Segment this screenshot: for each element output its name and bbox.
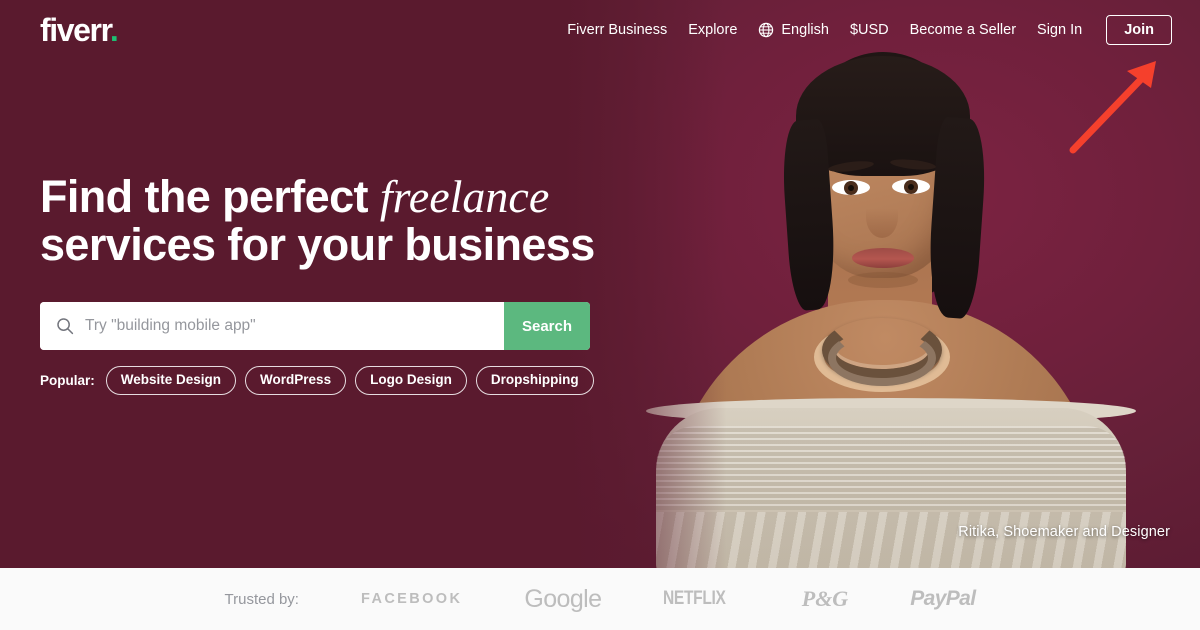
eye-right — [892, 179, 930, 194]
logo-text: fiverr — [40, 12, 111, 48]
tag-dropshipping[interactable]: Dropshipping — [475, 366, 594, 395]
necklace-strand-main — [822, 318, 942, 382]
eyebrow-left — [827, 159, 875, 174]
nav-language-label: English — [781, 21, 829, 38]
headline-line1: Find the perfect — [40, 171, 380, 222]
nav-currency[interactable]: $USD — [850, 23, 889, 38]
join-button[interactable]: Join — [1106, 14, 1172, 46]
search-input[interactable] — [85, 317, 488, 336]
brand-logo-paypal: PayPal — [910, 587, 976, 610]
fiverr-logo[interactable]: fiverr. — [40, 12, 119, 48]
brand-logo-netflix: NETFLIX — [663, 588, 727, 609]
popular-label: Popular: — [40, 373, 95, 389]
nose — [866, 196, 898, 238]
nav-language-selector[interactable]: English — [758, 22, 829, 38]
portrait-illustration — [560, 0, 1200, 568]
chin-shadow — [848, 272, 918, 288]
headline-emphasis: freelance — [379, 171, 550, 222]
nav-become-a-seller[interactable]: Become a Seller — [910, 23, 1016, 38]
lips — [852, 248, 914, 268]
necklace-strand-outer — [814, 322, 950, 392]
search-button[interactable]: Search — [504, 302, 590, 351]
hair-left — [779, 118, 839, 312]
tag-logo-design[interactable]: Logo Design — [355, 366, 467, 395]
nav-explore[interactable]: Explore — [688, 23, 737, 38]
globe-icon — [759, 22, 774, 38]
nav-fiverr-business[interactable]: Fiverr Business — [567, 23, 667, 38]
neck — [828, 225, 932, 375]
off-shoulder-top — [656, 408, 1126, 568]
tag-website-design[interactable]: Website Design — [105, 366, 237, 395]
hero-section: Ritika, Shoemaker and Designer fiverr. F… — [0, 0, 1200, 568]
trusted-by-label: Trusted by: — [224, 590, 299, 608]
garment-ruffle — [646, 398, 1136, 424]
logo-dot: . — [109, 12, 119, 48]
popular-searches: Popular: Website Design WordPress Logo D… — [40, 366, 620, 395]
eyebrow-right — [889, 157, 937, 172]
search-icon — [57, 318, 74, 335]
eye-left — [832, 180, 870, 195]
hair-top — [796, 56, 970, 176]
site-header: fiverr. Fiverr Business Explore English … — [0, 0, 1200, 60]
face — [804, 72, 960, 278]
tag-wordpress[interactable]: WordPress — [245, 366, 347, 395]
brand-logo-facebook: FACEBOOK — [360, 591, 463, 607]
nav-sign-in[interactable]: Sign In — [1037, 23, 1082, 38]
main-navigation: Fiverr Business Explore English $USD Bec… — [567, 14, 1172, 46]
trusted-by-bar: Trusted by: FACEBOOK Google NETFLIX P&G … — [0, 568, 1200, 630]
headline-line2: services for your business — [40, 219, 595, 271]
hair-right — [925, 116, 989, 320]
shoulders — [670, 300, 1100, 568]
search-bar: Search — [40, 302, 590, 351]
brand-logo-pg: P&G — [801, 586, 849, 611]
necklace-strand-inner — [828, 330, 936, 386]
hair — [786, 52, 980, 300]
search-input-wrapper — [40, 302, 504, 351]
photo-caption: Ritika, Shoemaker and Designer — [958, 524, 1170, 540]
hero-content: Find the perfect freelance services for … — [40, 172, 620, 395]
page-title: Find the perfect freelance services for … — [40, 172, 620, 269]
brand-logo-google: Google — [524, 584, 602, 613]
hero-photo: Ritika, Shoemaker and Designer — [560, 0, 1200, 568]
